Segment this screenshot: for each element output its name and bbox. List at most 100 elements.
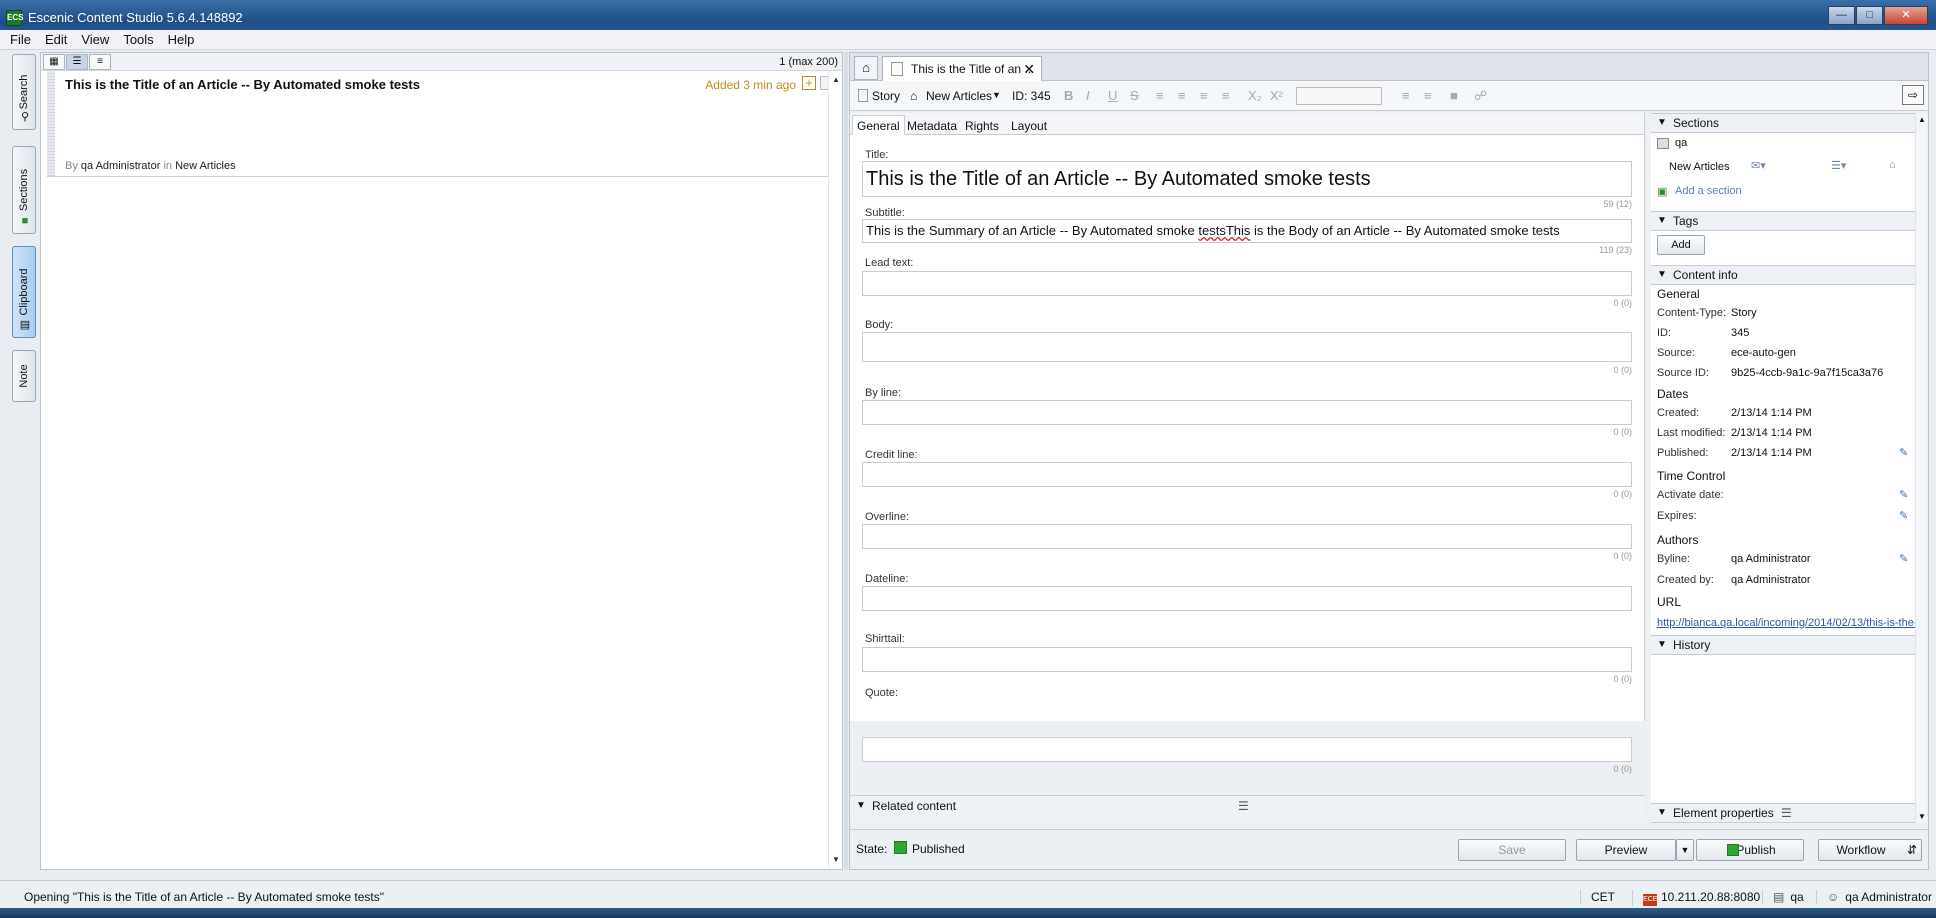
menu-edit[interactable]: Edit: [41, 30, 71, 49]
tab-sections[interactable]: Sections ■: [12, 146, 36, 234]
bullet-list-icon[interactable]: ≡: [1402, 88, 1410, 103]
sections-header[interactable]: ▼ Sections: [1651, 113, 1915, 133]
maximize-button[interactable]: □: [1856, 6, 1883, 25]
quote-input[interactable]: [862, 737, 1632, 762]
body-input[interactable]: [862, 332, 1632, 362]
home-section-name[interactable]: New Articles: [1669, 161, 1730, 173]
list-item[interactable]: This is the Title of an Article -- By Au…: [47, 71, 836, 177]
align-left-icon[interactable]: ≡: [1156, 88, 1164, 103]
content-type-key: Content-Type:: [1657, 307, 1727, 319]
subscript-icon[interactable]: X₂: [1248, 88, 1262, 103]
info-scrollbar[interactable]: ▲ ▼: [1915, 113, 1927, 823]
tab-clipboard[interactable]: Clipboard ▤: [12, 246, 36, 338]
tab-layout[interactable]: Layout: [1006, 115, 1052, 135]
preview-button[interactable]: Preview: [1576, 839, 1676, 861]
document-tab-label: This is the Title of an ...: [911, 62, 1035, 76]
byline-input[interactable]: [862, 400, 1632, 425]
link-icon[interactable]: ☍: [1474, 88, 1487, 104]
byline-count: 0 (0): [1613, 427, 1632, 437]
underline-button[interactable]: U: [1108, 88, 1117, 103]
tab-rights[interactable]: Rights: [960, 115, 1004, 135]
align-right-icon[interactable]: ≡: [1200, 88, 1208, 103]
list-options-icon[interactable]: ☰▾: [1831, 159, 1846, 172]
tab-metadata[interactable]: Metadata: [902, 115, 962, 135]
publish-button[interactable]: Publish: [1696, 839, 1804, 861]
state-bar: State: Published Save Preview ▼ Publish …: [850, 829, 1928, 867]
italic-button[interactable]: I: [1086, 88, 1090, 103]
add-section-icon[interactable]: ▣: [1657, 185, 1667, 198]
align-center-icon[interactable]: ≡: [1178, 88, 1186, 103]
view-compact-button[interactable]: ≡: [89, 54, 111, 70]
scroll-up-icon[interactable]: ▲: [1918, 115, 1926, 124]
scroll-up-icon[interactable]: ▲: [832, 75, 840, 84]
scroll-down-icon[interactable]: ▼: [1918, 812, 1926, 821]
menu-handle-icon[interactable]: ☰: [1781, 804, 1792, 822]
history-header-label: History: [1673, 638, 1711, 652]
close-tab-icon[interactable]: ✕: [1023, 57, 1035, 81]
preview-dropdown-icon[interactable]: ▼: [1676, 839, 1694, 861]
menu-file[interactable]: File: [6, 30, 35, 49]
tab-note[interactable]: Note: [12, 350, 36, 402]
view-grid-button[interactable]: ▦: [43, 54, 65, 70]
element-properties-header[interactable]: ▼ Element properties ☰: [1651, 803, 1915, 823]
style-select[interactable]: [1296, 87, 1382, 105]
edit-pencil-icon[interactable]: ✎: [1899, 552, 1908, 565]
byline-label: By line:: [865, 387, 902, 399]
tags-header[interactable]: ▼ Tags: [1651, 211, 1915, 231]
document-tab[interactable]: This is the Title of an ... ✕: [882, 56, 1042, 81]
tab-search[interactable]: Search ⚲: [12, 54, 36, 130]
export-icon[interactable]: ⇨: [1902, 85, 1924, 105]
numbered-list-icon[interactable]: ≡: [1424, 88, 1432, 103]
superscript-icon[interactable]: X²: [1270, 88, 1283, 103]
edit-pencil-icon[interactable]: ✎: [1899, 446, 1908, 459]
dateline-input[interactable]: [862, 586, 1632, 611]
subtitle-label: Subtitle:: [865, 207, 905, 219]
strike-button[interactable]: S: [1130, 88, 1139, 103]
shirttail-input[interactable]: [862, 647, 1632, 672]
chevron-down-icon[interactable]: ▼: [992, 90, 1001, 100]
edit-pencil-icon[interactable]: ✎: [1899, 488, 1908, 501]
publish-icon: [1727, 844, 1739, 856]
workflow-button[interactable]: Workflow ⇵: [1818, 839, 1922, 861]
article-id: ID: 345: [1012, 89, 1051, 103]
pane-splitter[interactable]: [844, 52, 848, 870]
menu-view[interactable]: View: [77, 30, 113, 49]
bold-button[interactable]: B: [1064, 88, 1073, 103]
article-url-link[interactable]: http://bianca.qa.local/incoming/2014/02/…: [1657, 617, 1915, 629]
add-section-link[interactable]: Add a section: [1675, 185, 1742, 197]
related-content-header[interactable]: ▼ Related content ☰: [850, 795, 1645, 817]
section-dropdown[interactable]: New Articles: [926, 89, 992, 103]
table-icon[interactable]: ■: [1450, 88, 1458, 103]
align-justify-icon[interactable]: ≡: [1222, 88, 1230, 103]
subtitle-text-a: This is the Summary of an Article -- By …: [866, 223, 1199, 238]
credit-line-input[interactable]: [862, 462, 1632, 487]
lead-text-input[interactable]: [862, 271, 1632, 296]
overline-input[interactable]: [862, 524, 1632, 549]
document-icon: [891, 62, 903, 76]
menu-handle-icon[interactable]: ☰: [1238, 796, 1249, 816]
drag-handle[interactable]: [47, 71, 55, 176]
status-message: Opening "This is the Title of an Article…: [24, 890, 385, 904]
expand-icon[interactable]: +: [802, 76, 816, 90]
mail-icon[interactable]: ✉▾: [1751, 159, 1766, 172]
view-list-button[interactable]: ☰: [66, 54, 88, 70]
close-button[interactable]: ✕: [1884, 6, 1928, 25]
menu-tools[interactable]: Tools: [119, 30, 157, 49]
edit-pencil-icon[interactable]: ✎: [1899, 509, 1908, 522]
title-input[interactable]: This is the Title of an Article -- By Au…: [862, 161, 1632, 197]
editor-subtabs: General Metadata Rights Layout: [850, 113, 1644, 135]
save-button[interactable]: Save: [1458, 839, 1566, 861]
add-tag-button[interactable]: Add: [1657, 235, 1705, 255]
content-info-header[interactable]: ▼ Content info: [1651, 265, 1915, 285]
title-count: 59 (12): [1603, 199, 1632, 209]
user-name: qa Administrator: [1845, 890, 1932, 904]
tab-general[interactable]: General: [852, 115, 905, 135]
home-icon[interactable]: ⌂: [1889, 159, 1896, 171]
scroll-down-icon[interactable]: ▼: [832, 855, 840, 864]
history-header[interactable]: ▼ History: [1651, 635, 1915, 655]
menu-help[interactable]: Help: [164, 30, 199, 49]
home-tab[interactable]: ⌂: [854, 56, 878, 80]
list-scrollbar[interactable]: ▲ ▼: [828, 71, 842, 868]
minimize-button[interactable]: —: [1828, 6, 1855, 25]
subtitle-input[interactable]: This is the Summary of an Article -- By …: [862, 219, 1632, 243]
